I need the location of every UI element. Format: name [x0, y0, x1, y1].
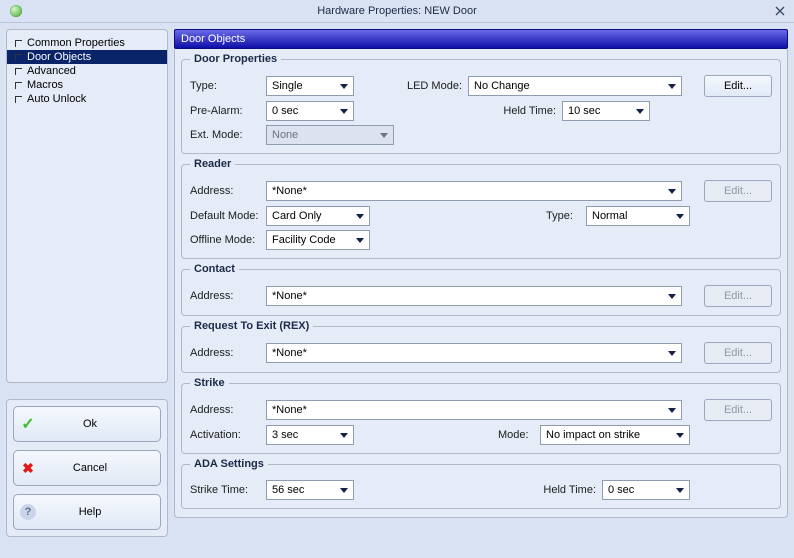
group-strike: Strike Address: *None* Edit... Activatio… [181, 377, 781, 454]
label-offline-mode: Offline Mode: [190, 234, 260, 246]
rex-address-select[interactable]: *None* [266, 343, 682, 363]
group-rex: Request To Exit (REX) Address: *None* Ed… [181, 320, 781, 373]
group-contact: Contact Address: *None* Edit... [181, 263, 781, 316]
group-ada: ADA Settings Strike Time: 56 sec Held Ti… [181, 458, 781, 509]
type-select[interactable]: Single [266, 76, 354, 96]
held-time-select[interactable]: 10 sec [562, 101, 650, 121]
strike-time-select[interactable]: 56 sec [266, 480, 354, 500]
legend-contact: Contact [190, 263, 239, 275]
strike-address-select[interactable]: *None* [266, 400, 682, 420]
label-strike-address: Address: [190, 404, 260, 416]
label-activation: Activation: [190, 429, 260, 441]
dialog-title: Hardware Properties: NEW Door [317, 5, 477, 17]
title-bar: Hardware Properties: NEW Door [0, 0, 794, 23]
reader-type-select[interactable]: Normal [586, 206, 690, 226]
question-icon: ? [14, 504, 42, 520]
app-icon [10, 5, 22, 17]
close-icon [775, 6, 785, 16]
nav-item-macros[interactable]: Macros [7, 78, 167, 92]
label-rex-address: Address: [190, 347, 260, 359]
section-header: Door Objects [174, 29, 788, 49]
label-strike-time: Strike Time: [190, 484, 260, 496]
label-reader-type: Type: [546, 210, 580, 222]
label-reader-address: Address: [190, 185, 260, 197]
nav-item-auto-unlock[interactable]: Auto Unlock [7, 92, 167, 106]
ada-held-time-select[interactable]: 0 sec [602, 480, 690, 500]
label-ada-held-time: Held Time: [540, 484, 596, 496]
edit-strike-button: Edit... [704, 399, 772, 421]
strike-mode-select[interactable]: No impact on strike [540, 425, 690, 445]
label-strike-mode: Mode: [498, 429, 534, 441]
cancel-label: Cancel [42, 462, 160, 474]
label-held-time: Held Time: [500, 105, 556, 117]
ext-mode-select: None [266, 125, 394, 145]
x-icon: ✖ [14, 460, 42, 477]
legend-strike: Strike [190, 377, 229, 389]
group-door-properties: Door Properties Type: Single LED Mode: N… [181, 53, 781, 154]
help-label: Help [42, 506, 160, 518]
nav-item-door-objects[interactable]: Door Objects [7, 50, 167, 64]
label-ext-mode: Ext. Mode: [190, 129, 260, 141]
legend-ada: ADA Settings [190, 458, 268, 470]
ok-button[interactable]: ✓ Ok [13, 406, 161, 442]
help-button[interactable]: ? Help [13, 494, 161, 530]
edit-reader-button: Edit... [704, 180, 772, 202]
legend-door-properties: Door Properties [190, 53, 281, 65]
ok-label: Ok [42, 418, 160, 430]
label-contact-address: Address: [190, 290, 260, 302]
dialog-buttons: ✓ Ok ✖ Cancel ? Help [6, 399, 168, 537]
edit-rex-button: Edit... [704, 342, 772, 364]
label-pre-alarm: Pre-Alarm: [190, 105, 260, 117]
section-title: Door Objects [181, 33, 245, 45]
edit-contact-button: Edit... [704, 285, 772, 307]
legend-reader: Reader [190, 158, 235, 170]
group-reader: Reader Address: *None* Edit... Default M… [181, 158, 781, 259]
cancel-button[interactable]: ✖ Cancel [13, 450, 161, 486]
reader-address-select[interactable]: *None* [266, 181, 682, 201]
nav-item-advanced[interactable]: Advanced [7, 64, 167, 78]
legend-rex: Request To Exit (REX) [190, 320, 313, 332]
checkmark-icon: ✓ [14, 414, 42, 434]
default-mode-select[interactable]: Card Only [266, 206, 370, 226]
activation-select[interactable]: 3 sec [266, 425, 354, 445]
nav-tree: Common Properties Door Objects Advanced … [6, 29, 168, 383]
offline-mode-select[interactable]: Facility Code [266, 230, 370, 250]
label-default-mode: Default Mode: [190, 210, 260, 222]
led-mode-select[interactable]: No Change [468, 76, 682, 96]
close-button[interactable] [772, 3, 788, 19]
edit-led-button[interactable]: Edit... [704, 75, 772, 97]
pre-alarm-select[interactable]: 0 sec [266, 101, 354, 121]
label-led-mode: LED Mode: [406, 80, 462, 92]
contact-address-select[interactable]: *None* [266, 286, 682, 306]
nav-item-common-properties[interactable]: Common Properties [7, 36, 167, 50]
label-type: Type: [190, 80, 260, 92]
